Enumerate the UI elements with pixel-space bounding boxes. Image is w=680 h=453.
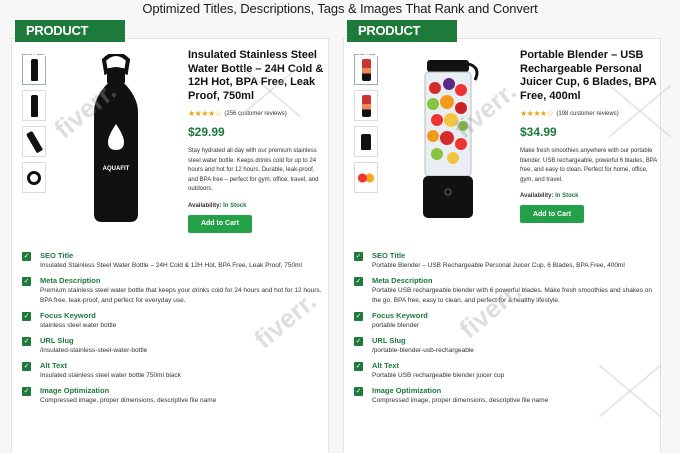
check-icon: ✓ — [22, 387, 31, 396]
star-rating-icon: ★★★★☆ — [520, 109, 554, 118]
check-icon: ✓ — [354, 337, 363, 346]
review-count[interactable]: (198 customer reviews) — [556, 111, 618, 117]
product-title: Insulated Stainless Steel Water Bottle –… — [188, 49, 324, 102]
seo-label: SEO Title — [372, 251, 406, 260]
blender-image — [423, 59, 479, 218]
product-price: $29.99 — [188, 125, 225, 139]
check-icon: ✓ — [354, 277, 363, 286]
seo-value: Compressed image, proper dimensions, des… — [372, 397, 549, 404]
check-icon: ✓ — [354, 312, 363, 321]
seo-value: Compressed image, proper dimensions, des… — [40, 397, 217, 404]
seo-label: URL Slug — [372, 336, 406, 345]
availability-label: Availability: — [520, 193, 554, 199]
thumbnail-blender-base[interactable] — [354, 126, 378, 157]
seo-item-title: ✓ SEO Title Portable Blender – USB Rechar… — [354, 251, 654, 271]
product-panel-1: AQUAFIT Insulated Stainless Steel Water … — [11, 38, 329, 453]
seo-value: /portable-blender-usb-rechargeable — [372, 347, 474, 354]
thumbnail-strip — [354, 54, 380, 198]
review-count[interactable]: (256 customer reviews) — [224, 111, 286, 117]
availability-label: Availability: — [188, 202, 222, 209]
seo-value: Portable USB rechargeable blender juicer… — [372, 372, 505, 379]
product-badge-2: PRODUCT SEO #2 — [347, 20, 457, 60]
seo-item-keyword: ✓ Focus Keyword stainless steel water bot… — [22, 311, 322, 331]
product-panel-2: Portable Blender – USB Rechargeable Pers… — [343, 38, 661, 453]
seo-label: Alt Text — [40, 361, 67, 370]
seo-checklist: ✓ SEO Title Insulated Stainless Steel Wat… — [22, 251, 322, 411]
seo-label: Focus Keyword — [40, 311, 96, 320]
availability: Availability: In Stock — [188, 203, 326, 209]
seo-value: Premium stainless steel water bottle tha… — [40, 287, 322, 304]
water-bottle-image: AQUAFIT — [94, 53, 138, 222]
check-icon: ✓ — [22, 252, 31, 261]
seo-value: /insulated-stainless-steel-water-bottle — [40, 347, 148, 354]
product-main-image: AQUAFIT — [56, 51, 176, 226]
seo-item-alt: ✓ Alt Text Portable USB rechargeable blen… — [354, 361, 654, 381]
check-icon: ✓ — [354, 362, 363, 371]
add-to-cart-button[interactable]: Add to Cart — [188, 214, 252, 233]
check-icon: ✓ — [22, 362, 31, 371]
seo-checklist: ✓ SEO Title Portable Blender – USB Rechar… — [354, 251, 654, 411]
seo-value: Insulated Stainless Steel Water Bottle –… — [40, 262, 302, 269]
check-icon: ✓ — [354, 252, 363, 261]
availability-status: In Stock — [555, 193, 579, 199]
page-headline: Optimized Titles, Descriptions, Tags & I… — [142, 1, 538, 16]
check-icon: ✓ — [354, 387, 363, 396]
seo-value: stainless steel water bottle — [40, 322, 117, 329]
rating-row: ★★★★☆ (256 customer reviews) — [188, 109, 326, 118]
product-title: Portable Blender – USB Rechargeable Pers… — [520, 49, 657, 102]
seo-item-keyword: ✓ Focus Keyword portable blender — [354, 311, 654, 331]
seo-label: Meta Description — [40, 276, 101, 285]
thumbnail-bottle-angle[interactable] — [22, 126, 46, 157]
thumbnail-strip — [22, 54, 48, 198]
thumbnail-blender-side[interactable] — [354, 90, 378, 121]
availability-status: In Stock — [223, 202, 247, 209]
check-icon: ✓ — [22, 337, 31, 346]
add-to-cart-button[interactable]: Add to Cart — [520, 205, 584, 223]
seo-label: SEO Title — [40, 251, 74, 260]
seo-value: portable blender — [372, 322, 419, 329]
product-description: Stay hydrated all day with our premium s… — [188, 148, 319, 192]
product-info: Insulated Stainless Steel Water Bottle –… — [188, 49, 326, 233]
star-rating-icon: ★★★★☆ — [188, 109, 222, 118]
seo-item-slug: ✓ URL Slug/portable-blender-usb-recharge… — [354, 336, 654, 356]
product-main-image — [388, 51, 508, 226]
thumbnail-bottle-side[interactable] — [22, 90, 46, 121]
availability: Availability: In Stock — [520, 193, 658, 199]
seo-value: Portable USB rechargeable blender with 6… — [372, 287, 653, 304]
seo-label: Alt Text — [372, 361, 399, 370]
thumbnail-bottle-cap[interactable] — [22, 162, 46, 193]
seo-label: Meta Description — [372, 276, 433, 285]
seo-item-meta: ✓ Meta Description Premium stainless stee… — [22, 276, 322, 306]
product-description: Make fresh smoothies anywhere with our p… — [520, 148, 657, 183]
seo-value: Portable Blender – USB Rechargeable Pers… — [372, 262, 625, 269]
product-info: Portable Blender – USB Rechargeable Pers… — [520, 49, 658, 223]
seo-item-image: ✓ Image Optimization Compressed image, pr… — [22, 386, 322, 406]
seo-label: URL Slug — [40, 336, 74, 345]
seo-label: Focus Keyword — [372, 311, 428, 320]
seo-item-image: ✓ Image Optimization Compressed image, pr… — [354, 386, 654, 406]
product-badge-1: PRODUCT SEO #1 — [15, 20, 125, 60]
seo-label: Image Optimization — [372, 386, 442, 395]
rating-row: ★★★★☆ (198 customer reviews) — [520, 109, 658, 118]
seo-item-alt: ✓ Alt Text Insulated stainless steel wate… — [22, 361, 322, 381]
seo-label: Image Optimization — [40, 386, 110, 395]
product-price: $34.99 — [520, 125, 557, 139]
bottle-brand-text: AQUAFIT — [103, 166, 130, 172]
seo-item-title: ✓ SEO Title Insulated Stainless Steel Wat… — [22, 251, 322, 271]
seo-item-meta: ✓ Meta Description Portable USB rechargea… — [354, 276, 654, 306]
check-icon: ✓ — [22, 277, 31, 286]
seo-value: Insulated stainless steel water bottle 7… — [40, 372, 181, 379]
thumbnail-blender-fruit[interactable] — [354, 162, 378, 193]
seo-item-slug: ✓ URL Slug/insulated-stainless-steel-wat… — [22, 336, 322, 356]
check-icon: ✓ — [22, 312, 31, 321]
